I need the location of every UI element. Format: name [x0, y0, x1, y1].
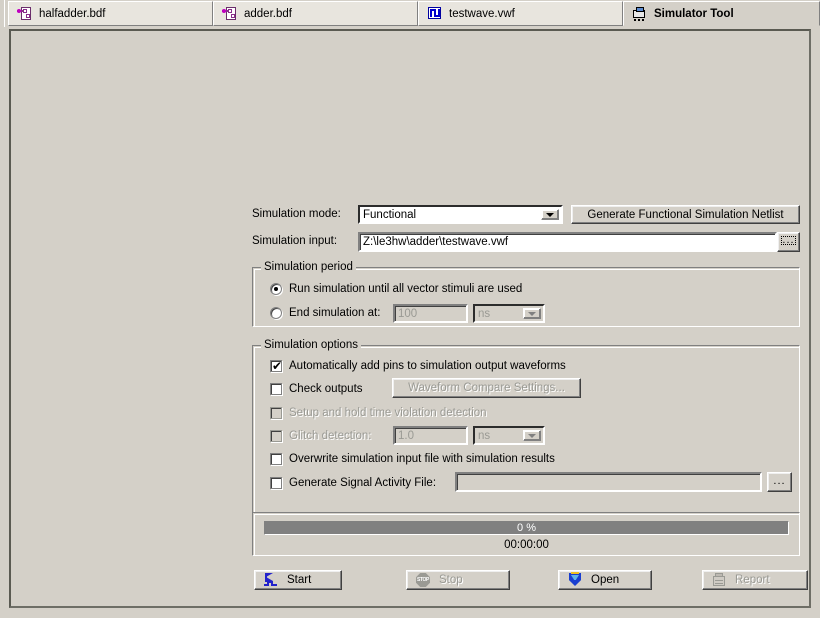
checkbox-overwrite-input-file[interactable]: Overwrite simulation input file with sim… — [270, 453, 555, 465]
simulation-input-row: Simulation input: — [252, 235, 337, 247]
checkbox-generate-signal-activity-file[interactable]: Generate Signal Activity File: — [270, 477, 436, 489]
start-button[interactable]: Start — [254, 570, 342, 590]
simulation-input-label: Simulation input: — [252, 235, 338, 247]
checkbox[interactable] — [270, 453, 282, 465]
report-document-icon — [711, 572, 727, 588]
vwf-waveform-icon — [427, 6, 442, 21]
end-simulation-unit-dropdown[interactable]: ns — [473, 304, 545, 323]
signal-activity-file-input[interactable] — [455, 472, 762, 492]
simulation-period-title: Simulation period — [261, 261, 356, 273]
stop-sign-icon: STOP — [415, 572, 431, 588]
ellipsis-icon: ... — [782, 234, 795, 246]
report-label: Report — [735, 574, 770, 586]
bdf-document-icon — [222, 6, 237, 21]
radio-label: Run simulation until all vector stimuli … — [289, 283, 523, 295]
waveform-compare-label: Waveform Compare Settings... — [408, 382, 565, 394]
stop-label: Stop — [439, 574, 463, 586]
checkbox-check-outputs[interactable]: Check outputs — [270, 383, 363, 395]
simulation-options-title: Simulation options — [261, 339, 361, 351]
open-label: Open — [591, 574, 620, 586]
signal-activity-browse-button[interactable]: ... — [767, 472, 792, 492]
waveform-compare-settings-button: Waveform Compare Settings... — [392, 378, 581, 398]
glitch-detection-value-input: 1.0 — [393, 426, 468, 445]
progress-percent-label: 0 % — [517, 522, 536, 534]
radio-button[interactable] — [270, 283, 282, 295]
start-flag-icon — [263, 572, 279, 588]
end-time-unit: ns — [478, 307, 491, 320]
end-simulation-time-input[interactable]: 100 — [393, 304, 468, 323]
simulator-tool-panel: Simulation mode: Functional Generate Fun… — [9, 29, 811, 608]
tab-label: halfadder.bdf — [39, 7, 106, 20]
radio-end-simulation-at[interactable]: End simulation at: — [270, 307, 380, 319]
checkbox-label: Setup and hold time violation detection — [289, 407, 487, 419]
tab-label: adder.bdf — [244, 7, 292, 20]
simulation-mode-label: Simulation mode: — [252, 208, 341, 220]
start-label: Start — [287, 574, 312, 586]
checkbox-label: Glitch detection: — [289, 430, 372, 442]
checkbox — [270, 407, 282, 419]
checkbox — [270, 430, 282, 442]
glitch-unit: ns — [478, 429, 491, 442]
tab-strip-left-edge — [0, 0, 5, 27]
checkbox-setup-hold-violation: Setup and hold time violation detection — [270, 407, 487, 419]
radio-button[interactable] — [270, 307, 282, 319]
chevron-down-icon — [523, 430, 541, 441]
simulation-input-browse-button[interactable]: ... — [777, 232, 800, 252]
checkbox[interactable] — [270, 477, 282, 489]
checkbox-label: Check outputs — [289, 383, 363, 395]
tab-strip: halfadder.bdf adder.bdf testwave.vwf Sim… — [0, 0, 820, 27]
glitch-value: 1.0 — [398, 429, 414, 442]
ellipsis-icon: ... — [773, 474, 786, 487]
elapsed-time-label: 00:00:00 — [504, 539, 549, 551]
tab-label: Simulator Tool — [654, 7, 734, 20]
end-time-value: 100 — [398, 307, 418, 320]
glitch-detection-unit-dropdown: ns — [473, 426, 545, 445]
simulation-mode-value: Functional — [363, 208, 417, 221]
checkbox-glitch-detection: Glitch detection: — [270, 430, 371, 442]
tab-halfadder-bdf[interactable]: halfadder.bdf — [8, 1, 213, 26]
chevron-down-icon[interactable] — [541, 209, 559, 220]
open-button[interactable]: Open — [558, 570, 652, 590]
checkbox-label: Overwrite simulation input file with sim… — [289, 453, 555, 465]
tab-testwave-vwf[interactable]: testwave.vwf — [418, 1, 623, 26]
checkbox-auto-add-pins[interactable]: ✔ Automatically add pins to simulation o… — [270, 360, 566, 372]
chevron-down-icon[interactable] — [523, 308, 541, 319]
generate-netlist-label: Generate Functional Simulation Netlist — [587, 208, 784, 221]
checkbox[interactable]: ✔ — [270, 360, 282, 372]
tab-simulator-tool[interactable]: Simulator Tool — [623, 1, 820, 26]
checkbox-label: Automatically add pins to simulation out… — [289, 360, 566, 372]
checkbox[interactable] — [270, 383, 282, 395]
simulator-tool-icon — [632, 6, 647, 21]
simulation-mode-dropdown[interactable]: Functional — [358, 205, 563, 224]
tab-label: testwave.vwf — [449, 7, 515, 20]
tab-adder-bdf[interactable]: adder.bdf — [213, 1, 418, 26]
progress-bar: 0 % — [264, 521, 789, 535]
stop-button: STOP Stop — [406, 570, 510, 590]
simulation-input-value: Z:\le3hw\adder\testwave.vwf — [363, 236, 509, 248]
simulation-mode-row: Simulation mode: — [252, 208, 341, 220]
generate-functional-simulation-netlist-button[interactable]: Generate Functional Simulation Netlist — [571, 205, 800, 224]
open-shield-icon — [567, 572, 583, 588]
bdf-document-icon — [17, 6, 32, 21]
radio-label: End simulation at: — [289, 307, 381, 319]
checkbox-label: Generate Signal Activity File: — [289, 477, 437, 489]
report-button: Report — [702, 570, 808, 590]
simulation-input-field[interactable]: Z:\le3hw\adder\testwave.vwf — [358, 232, 777, 252]
radio-run-until-all-stimuli[interactable]: Run simulation until all vector stimuli … — [270, 283, 522, 295]
